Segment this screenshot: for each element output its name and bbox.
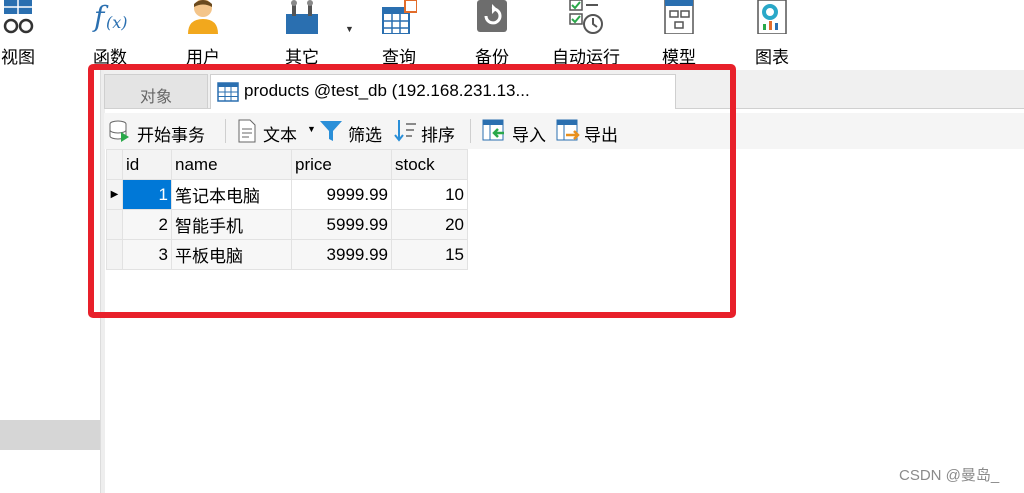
toolbar-automation-button[interactable]: 自动运行: [546, 0, 626, 70]
query-icon: [382, 0, 417, 34]
navigator-selected-row[interactable]: [0, 420, 100, 450]
toolbar-user-button[interactable]: 用户: [163, 0, 243, 70]
toolbar-view-label: 视图: [1, 48, 35, 67]
main-toolbar: 视图 f (x) 函数 用户 其它 ▼ 查询 备份 自动运行 模型 图表: [0, 0, 1024, 70]
toolbar-view-button[interactable]: 视图: [0, 0, 58, 70]
automation-icon: [569, 0, 603, 34]
toolbar-other-button[interactable]: 其它: [262, 0, 342, 70]
navigator-panel[interactable]: [0, 70, 100, 493]
chart-icon: [757, 0, 787, 34]
watermark: CSDN @曼岛_: [899, 467, 1000, 484]
toolbar-query-button[interactable]: 查询: [359, 0, 439, 70]
red-highlight-frame: [88, 64, 736, 318]
view-icon: [3, 0, 34, 34]
other-tools-icon: [286, 0, 318, 34]
user-icon: [188, 0, 218, 34]
toolbar-backup-button[interactable]: 备份: [452, 0, 532, 70]
model-icon: [664, 0, 694, 34]
other-dropdown-arrow-icon[interactable]: ▼: [345, 24, 354, 34]
toolbar-chart-label: 图表: [755, 48, 789, 67]
toolbar-chart-button[interactable]: 图表: [732, 0, 812, 70]
toolbar-model-button[interactable]: 模型: [639, 0, 719, 70]
toolbar-function-button[interactable]: f (x) 函数: [70, 0, 150, 70]
backup-icon: [477, 0, 507, 32]
svg-text:(x): (x): [106, 13, 128, 32]
function-icon: f (x): [92, 0, 128, 33]
